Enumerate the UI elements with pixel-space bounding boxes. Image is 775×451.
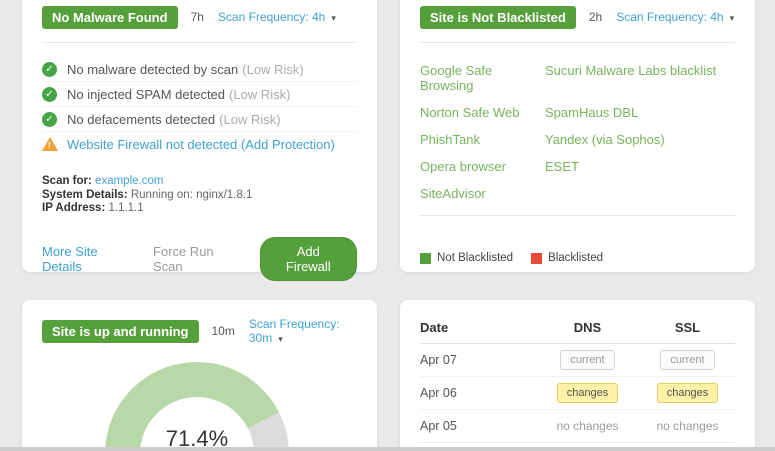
malware-card-header: No Malware Found 7h Scan Frequency: 4h ▾ [42,5,357,29]
uptime-scan-age: 10m [211,324,235,338]
blacklist-services-grid: Google Safe Browsing Sucuri Malware Labs… [420,63,735,201]
column-header-date: Date [420,320,449,335]
uptime-card-header: Site is up and running 10m Scan Frequenc… [42,317,357,345]
service-link-norton-safe-web[interactable]: Norton Safe Web [420,105,545,120]
scan-target-line: Scan for: example.com [42,175,357,189]
chevron-down-icon: ▾ [729,13,735,23]
uptime-donut-chart: 71.4% [105,362,289,451]
legend-item-blacklisted: Blacklisted [531,252,603,264]
malware-scan-card: No Malware Found 7h Scan Frequency: 4h ▾ … [22,0,377,281]
table-row: Apr 05 no changes no changes [420,410,735,443]
check-item-defacement: ✓ No defacements detected (Low Risk) [42,106,357,131]
not-blacklisted-swatch [420,252,431,264]
header-divider [42,42,357,43]
system-details-label: System Details: [42,188,128,201]
check-item-text: No injected SPAM detected [67,86,226,102]
firewall-warning-link[interactable]: Website Firewall not detected (Add Prote… [67,137,335,152]
system-details-line: System Details: Running on: nginx/1.8.1 [42,189,357,203]
ssl-status-cell: no changes [640,417,735,435]
check-circle-icon: ✓ [42,61,57,77]
service-link-sucuri-malware-labs[interactable]: Sucuri Malware Labs blacklist [545,63,735,93]
blacklist-status-badge: Site is Not Blacklisted [420,5,576,29]
blacklist-scan-age: 2h [588,10,603,24]
malware-scan-frequency-dropdown[interactable]: Scan Frequency: 4h ▾ [218,10,336,24]
malware-status-badge: No Malware Found [42,5,178,29]
blacklisted-swatch [531,252,543,264]
dns-ssl-changes-card: Date DNS SSL Apr 07 current current Apr … [400,300,755,451]
scan-details: Scan for: example.com System Details: Ru… [42,175,357,216]
check-item-text: No malware detected by scan [67,61,239,77]
service-link-siteadvisor[interactable]: SiteAdvisor [420,186,545,201]
check-item-spam: ✓ No injected SPAM detected (Low Risk) [42,81,357,106]
scanned-domain-link[interactable]: example.com [95,175,163,187]
chevron-down-icon: ▾ [278,334,283,344]
legend-label: Blacklisted [548,252,604,264]
uptime-status-badge: Site is up and running [42,319,199,343]
firewall-warning-item: ! Website Firewall not detected (Add Pro… [42,131,357,156]
blacklist-scan-frequency-dropdown[interactable]: Scan Frequency: 4h ▾ [616,10,734,24]
security-dashboard: No Malware Found 7h Scan Frequency: 4h ▾ … [0,0,775,451]
ssl-status-cell: changes [640,383,735,403]
check-circle-icon: ✓ [42,86,57,102]
dns-status-cell: changes [535,383,640,403]
service-link-opera-browser[interactable]: Opera browser [420,159,545,174]
no-changes-label: no changes [556,419,619,433]
header-divider [420,42,735,43]
add-firewall-button[interactable]: Add Firewall [259,236,358,281]
legend-label: Not Blacklisted [437,252,514,264]
current-status-badge: current [560,350,615,370]
scan-for-label: Scan for: [42,175,92,187]
uptime-status-card: Site is up and running 10m Scan Frequenc… [22,300,377,451]
ssl-status-cell: current [640,350,735,370]
ip-address-value: 1.1.1.1 [108,202,144,214]
changes-status-badge: changes [656,383,719,403]
check-item-malware: ✓ No malware detected by scan (Low Risk) [42,57,357,81]
risk-level-label: (Low Risk) [242,61,304,77]
ip-address-line: IP Address: 1.1.1.1 [42,202,357,216]
service-link-google-safe-browsing[interactable]: Google Safe Browsing [420,63,545,93]
force-run-scan-link[interactable]: Force Run Scan [153,244,234,274]
date-cell: Apr 05 [420,419,457,433]
check-item-text: No defacements detected [67,111,216,127]
service-link-yandex[interactable]: Yandex (via Sophos) [545,132,735,147]
changes-status-badge: changes [556,383,619,403]
check-circle-icon: ✓ [42,111,57,127]
dns-status-cell: no changes [535,417,640,435]
table-header-row: Date DNS SSL [420,320,735,335]
service-link-spamhaus-dbl[interactable]: SpamHaus DBL [545,105,735,120]
column-header-ssl: SSL [674,320,701,335]
table-row: Apr 07 current current [420,344,735,377]
date-cell: Apr 07 [420,353,457,367]
warning-triangle-icon: ! [42,137,58,151]
blacklist-card-header: Site is Not Blacklisted 2h Scan Frequenc… [420,5,735,29]
window-bottom-edge [0,447,775,451]
chevron-down-icon: ▾ [331,13,336,23]
system-details-value: Running on: nginx/1.8.1 [130,188,253,201]
service-link-eset[interactable]: ESET [545,159,735,174]
malware-checklist: ✓ No malware detected by scan (Low Risk)… [42,57,357,156]
table-row: Apr 06 changes changes [420,377,735,410]
column-header-dns: DNS [573,320,602,335]
service-link-phishtank[interactable]: PhishTank [420,132,545,147]
blacklist-legend: Not Blacklisted Blacklisted [420,252,735,264]
uptime-scan-frequency-dropdown[interactable]: Scan Frequency: 30m ▾ [249,317,357,345]
current-status-badge: current [660,350,715,370]
malware-scan-age: 7h [190,10,204,24]
legend-divider [420,215,735,216]
empty-cell [545,186,735,201]
risk-level-label: (Low Risk) [229,86,291,102]
legend-item-not-blacklisted: Not Blacklisted [420,252,513,264]
dns-status-cell: current [535,350,640,370]
no-changes-label: no changes [656,419,719,433]
malware-card-footer: More Site Details Force Run Scan Add Fir… [42,236,358,281]
more-site-details-link[interactable]: More Site Details [42,244,127,274]
blacklist-status-card: Site is Not Blacklisted 2h Scan Frequenc… [400,0,755,272]
ip-address-label: IP Address: [42,202,106,214]
risk-level-label: (Low Risk) [219,111,281,127]
date-cell: Apr 06 [420,386,457,400]
